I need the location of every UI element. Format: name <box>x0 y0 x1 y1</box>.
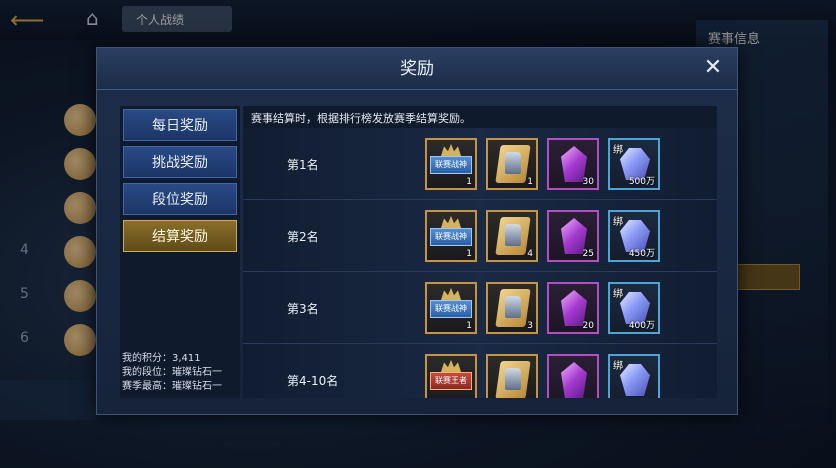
item-quantity: 1 <box>527 177 533 187</box>
reward-tabs-panel: 每日奖励 挑战奖励 段位奖励 结算奖励 我的积分：3,411 我的段位：璀璨钻石… <box>120 106 240 398</box>
item-quantity: 1 <box>466 177 472 187</box>
rank-label: 第2名 <box>287 230 319 244</box>
my-rank: 我的段位：璀璨钻石一 <box>122 367 222 378</box>
hero-card-item[interactable]: 3 <box>486 282 538 334</box>
title-badge-item[interactable]: 联赛战神 1 <box>425 138 477 190</box>
item-quantity: 1 <box>466 321 472 331</box>
title-badge-item[interactable]: 联赛战神 1 <box>425 210 477 262</box>
title-badge-item[interactable]: 联赛王者 <box>425 354 477 398</box>
rank-label: 第3名 <box>287 302 319 316</box>
reward-row: 第2名 联赛战神 1 4 25 绑 450万 <box>243 200 717 272</box>
bound-tag: 绑 <box>613 217 623 228</box>
item-quantity: 450万 <box>628 249 655 259</box>
tab-rank-reward[interactable]: 段位奖励 <box>123 183 237 215</box>
tab-settlement-reward[interactable]: 结算奖励 <box>123 220 237 252</box>
crest-icon <box>441 360 461 372</box>
hero-card-item[interactable]: 4 <box>486 210 538 262</box>
item-quantity: 1 <box>466 249 472 259</box>
rank-label: 第4-10名 <box>287 374 339 388</box>
diamond-item[interactable]: 绑 500万 <box>608 138 660 190</box>
crest-icon <box>441 144 461 156</box>
diamond-item[interactable]: 绑 <box>608 354 660 398</box>
badge-banner-text: 联赛战神 <box>430 300 472 318</box>
purple-crystal-item[interactable] <box>547 354 599 398</box>
purple-crystal-item[interactable]: 25 <box>547 210 599 262</box>
purple-crystal-item[interactable]: 20 <box>547 282 599 334</box>
close-button[interactable]: ✕ <box>701 57 725 81</box>
badge-banner-text: 联赛战神 <box>430 156 472 174</box>
season-best: 赛季最高：璀璨钻石一 <box>122 381 222 392</box>
reward-dialog: 奖励 ✕ 每日奖励 挑战奖励 段位奖励 结算奖励 我的积分：3,411 我的段位… <box>96 47 738 415</box>
item-quantity: 30 <box>582 177 594 187</box>
bound-tag: 绑 <box>613 145 623 156</box>
crest-icon <box>441 216 461 228</box>
diamond-icon <box>620 364 650 396</box>
helmet-icon <box>505 296 521 318</box>
reward-list[interactable]: 赛事结算时，根据排行榜发放赛季结算奖励。 第1名 联赛战神 1 1 30 绑 5… <box>243 106 717 398</box>
rank-label: 第1名 <box>287 158 319 172</box>
item-quantity: 400万 <box>628 321 655 331</box>
my-score: 我的积分：3,411 <box>122 353 201 364</box>
tab-challenge-reward[interactable]: 挑战奖励 <box>123 146 237 178</box>
reward-row: 第4-10名 联赛王者 绑 <box>243 344 717 398</box>
helmet-icon <box>505 224 521 246</box>
helmet-icon <box>505 152 521 174</box>
reward-row: 第3名 联赛战神 1 3 20 绑 400万 <box>243 272 717 344</box>
purple-crystal-icon <box>561 362 587 398</box>
diamond-item[interactable]: 绑 450万 <box>608 210 660 262</box>
item-quantity: 20 <box>582 321 594 331</box>
badge-banner-text: 联赛战神 <box>430 228 472 246</box>
item-quantity: 4 <box>527 249 533 259</box>
hero-card-item[interactable] <box>486 354 538 398</box>
hero-card-item[interactable]: 1 <box>486 138 538 190</box>
dialog-title: 奖励 <box>97 48 737 90</box>
bound-tag: 绑 <box>613 289 623 300</box>
title-badge-item[interactable]: 联赛战神 1 <box>425 282 477 334</box>
crest-icon <box>441 288 461 300</box>
tab-daily-reward[interactable]: 每日奖励 <box>123 109 237 141</box>
helmet-icon <box>505 368 521 390</box>
reward-description: 赛事结算时，根据排行榜发放赛季结算奖励。 <box>251 112 471 125</box>
reward-row: 第1名 联赛战神 1 1 30 绑 500万 <box>243 128 717 200</box>
item-quantity: 3 <box>527 321 533 331</box>
badge-banner-text: 联赛王者 <box>430 372 472 390</box>
bound-tag: 绑 <box>613 361 623 372</box>
player-stats: 我的积分：3,411 我的段位：璀璨钻石一 赛季最高：璀璨钻石一 <box>122 352 222 394</box>
diamond-item[interactable]: 绑 400万 <box>608 282 660 334</box>
item-quantity: 25 <box>582 249 594 259</box>
item-quantity: 500万 <box>628 177 655 187</box>
purple-crystal-item[interactable]: 30 <box>547 138 599 190</box>
